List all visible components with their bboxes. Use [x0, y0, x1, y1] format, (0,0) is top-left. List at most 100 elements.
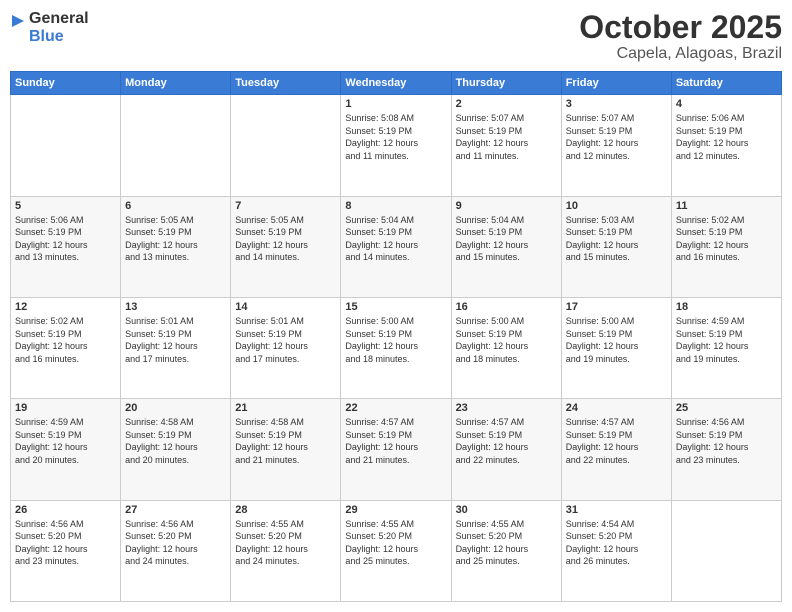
week-row-2: 5 Sunrise: 5:06 AM Sunset: 5:19 PM Daylig… [11, 196, 782, 297]
day-info: Sunrise: 5:05 AM Sunset: 5:19 PM Dayligh… [235, 214, 336, 264]
day-number: 21 [235, 402, 336, 414]
day-info: Sunrise: 5:07 AM Sunset: 5:19 PM Dayligh… [456, 112, 557, 162]
day-info: Sunrise: 5:06 AM Sunset: 5:19 PM Dayligh… [15, 214, 116, 264]
day-info: Sunrise: 4:55 AM Sunset: 5:20 PM Dayligh… [345, 518, 446, 568]
table-row: 13 Sunrise: 5:01 AM Sunset: 5:19 PM Dayli… [121, 297, 231, 398]
calendar-table: Sunday Monday Tuesday Wednesday Thursday… [10, 71, 782, 602]
day-info: Sunrise: 4:58 AM Sunset: 5:19 PM Dayligh… [125, 416, 226, 466]
day-number: 27 [125, 504, 226, 516]
table-row: 17 Sunrise: 5:00 AM Sunset: 5:19 PM Dayli… [561, 297, 671, 398]
table-row [231, 95, 341, 196]
table-row: 25Sunrise: 4:56 AM Sunset: 5:19 PM Dayli… [671, 399, 781, 500]
day-number: 14 [235, 301, 336, 313]
month-title: October 2025 [579, 10, 782, 45]
day-number: 19 [15, 402, 116, 414]
logo: General Blue [10, 10, 89, 47]
logo-blue: Blue [29, 28, 89, 46]
day-number: 5 [15, 200, 116, 212]
table-row: 27Sunrise: 4:56 AM Sunset: 5:20 PM Dayli… [121, 500, 231, 601]
day-info: Sunrise: 5:07 AM Sunset: 5:19 PM Dayligh… [566, 112, 667, 162]
day-info: Sunrise: 4:56 AM Sunset: 5:20 PM Dayligh… [15, 518, 116, 568]
table-row [121, 95, 231, 196]
day-info: Sunrise: 4:57 AM Sunset: 5:19 PM Dayligh… [456, 416, 557, 466]
day-number: 16 [456, 301, 557, 313]
table-row: 1Sunrise: 5:08 AM Sunset: 5:19 PM Daylig… [341, 95, 451, 196]
day-info: Sunrise: 5:04 AM Sunset: 5:19 PM Dayligh… [456, 214, 557, 264]
table-row [11, 95, 121, 196]
header-sunday: Sunday [11, 72, 121, 95]
table-row: 7 Sunrise: 5:05 AM Sunset: 5:19 PM Daylig… [231, 196, 341, 297]
day-number: 8 [345, 200, 446, 212]
day-info: Sunrise: 4:57 AM Sunset: 5:19 PM Dayligh… [345, 416, 446, 466]
table-row: 19 Sunrise: 4:59 AM Sunset: 5:19 PM Dayli… [11, 399, 121, 500]
table-row: 22 Sunrise: 4:57 AM Sunset: 5:19 PM Dayli… [341, 399, 451, 500]
day-number: 29 [345, 504, 446, 516]
day-info: Sunrise: 5:04 AM Sunset: 5:19 PM Dayligh… [345, 214, 446, 264]
day-info: Sunrise: 5:00 AM Sunset: 5:19 PM Dayligh… [566, 315, 667, 365]
table-row: 28 Sunrise: 4:55 AM Sunset: 5:20 PM Dayli… [231, 500, 341, 601]
day-info: Sunrise: 4:59 AM Sunset: 5:19 PM Dayligh… [676, 315, 777, 365]
day-info: Sunrise: 4:56 AM Sunset: 5:19 PM Dayligh… [676, 416, 777, 466]
header-friday: Friday [561, 72, 671, 95]
table-row: 15Sunrise: 5:00 AM Sunset: 5:19 PM Dayli… [341, 297, 451, 398]
day-info: Sunrise: 4:59 AM Sunset: 5:19 PM Dayligh… [15, 416, 116, 466]
day-info: Sunrise: 5:01 AM Sunset: 5:19 PM Dayligh… [125, 315, 226, 365]
day-number: 17 [566, 301, 667, 313]
day-number: 6 [125, 200, 226, 212]
day-info: Sunrise: 5:05 AM Sunset: 5:19 PM Dayligh… [125, 214, 226, 264]
day-number: 22 [345, 402, 446, 414]
day-info: Sunrise: 5:08 AM Sunset: 5:19 PM Dayligh… [345, 112, 446, 162]
header-tuesday: Tuesday [231, 72, 341, 95]
day-info: Sunrise: 4:55 AM Sunset: 5:20 PM Dayligh… [235, 518, 336, 568]
day-info: Sunrise: 5:02 AM Sunset: 5:19 PM Dayligh… [676, 214, 777, 264]
week-row-3: 12 Sunrise: 5:02 AM Sunset: 5:19 PM Dayli… [11, 297, 782, 398]
header-wednesday: Wednesday [341, 72, 451, 95]
page: General Blue October 2025 Capela, Alagoa… [0, 0, 792, 612]
table-row: 30Sunrise: 4:55 AM Sunset: 5:20 PM Dayli… [451, 500, 561, 601]
table-row: 26 Sunrise: 4:56 AM Sunset: 5:20 PM Dayli… [11, 500, 121, 601]
header-saturday: Saturday [671, 72, 781, 95]
table-row: 9 Sunrise: 5:04 AM Sunset: 5:19 PM Daylig… [451, 196, 561, 297]
day-info: Sunrise: 4:58 AM Sunset: 5:19 PM Dayligh… [235, 416, 336, 466]
table-row: 4Sunrise: 5:06 AM Sunset: 5:19 PM Daylig… [671, 95, 781, 196]
day-info: Sunrise: 4:54 AM Sunset: 5:20 PM Dayligh… [566, 518, 667, 568]
day-number: 10 [566, 200, 667, 212]
logo-general: General [29, 10, 89, 28]
location-title: Capela, Alagoas, Brazil [579, 45, 782, 63]
day-number: 28 [235, 504, 336, 516]
day-number: 23 [456, 402, 557, 414]
day-info: Sunrise: 5:03 AM Sunset: 5:19 PM Dayligh… [566, 214, 667, 264]
day-info: Sunrise: 5:02 AM Sunset: 5:19 PM Dayligh… [15, 315, 116, 365]
week-row-1: 1Sunrise: 5:08 AM Sunset: 5:19 PM Daylig… [11, 95, 782, 196]
table-row: 21 Sunrise: 4:58 AM Sunset: 5:19 PM Dayli… [231, 399, 341, 500]
table-row: 29 Sunrise: 4:55 AM Sunset: 5:20 PM Dayli… [341, 500, 451, 601]
table-row: 3 Sunrise: 5:07 AM Sunset: 5:19 PM Daylig… [561, 95, 671, 196]
table-row: 16 Sunrise: 5:00 AM Sunset: 5:19 PM Dayli… [451, 297, 561, 398]
day-info: Sunrise: 4:55 AM Sunset: 5:20 PM Dayligh… [456, 518, 557, 568]
day-number: 13 [125, 301, 226, 313]
table-row: 8 Sunrise: 5:04 AM Sunset: 5:19 PM Daylig… [341, 196, 451, 297]
weekday-header-row: Sunday Monday Tuesday Wednesday Thursday… [11, 72, 782, 95]
week-row-5: 26 Sunrise: 4:56 AM Sunset: 5:20 PM Dayli… [11, 500, 782, 601]
day-number: 11 [676, 200, 777, 212]
header-thursday: Thursday [451, 72, 561, 95]
table-row: 6 Sunrise: 5:05 AM Sunset: 5:19 PM Daylig… [121, 196, 231, 297]
table-row: 20Sunrise: 4:58 AM Sunset: 5:19 PM Dayli… [121, 399, 231, 500]
table-row: 2 Sunrise: 5:07 AM Sunset: 5:19 PM Daylig… [451, 95, 561, 196]
day-number: 26 [15, 504, 116, 516]
table-row: 23 Sunrise: 4:57 AM Sunset: 5:19 PM Dayli… [451, 399, 561, 500]
day-number: 9 [456, 200, 557, 212]
table-row: 18Sunrise: 4:59 AM Sunset: 5:19 PM Dayli… [671, 297, 781, 398]
table-row: 12 Sunrise: 5:02 AM Sunset: 5:19 PM Dayli… [11, 297, 121, 398]
table-row: 31Sunrise: 4:54 AM Sunset: 5:20 PM Dayli… [561, 500, 671, 601]
table-row: 24Sunrise: 4:57 AM Sunset: 5:19 PM Dayli… [561, 399, 671, 500]
day-info: Sunrise: 5:00 AM Sunset: 5:19 PM Dayligh… [345, 315, 446, 365]
table-row: 5 Sunrise: 5:06 AM Sunset: 5:19 PM Daylig… [11, 196, 121, 297]
week-row-4: 19 Sunrise: 4:59 AM Sunset: 5:19 PM Dayli… [11, 399, 782, 500]
logo-flag-icon [10, 15, 26, 41]
day-number: 7 [235, 200, 336, 212]
day-number: 3 [566, 98, 667, 110]
day-info: Sunrise: 5:00 AM Sunset: 5:19 PM Dayligh… [456, 315, 557, 365]
day-number: 2 [456, 98, 557, 110]
day-number: 12 [15, 301, 116, 313]
